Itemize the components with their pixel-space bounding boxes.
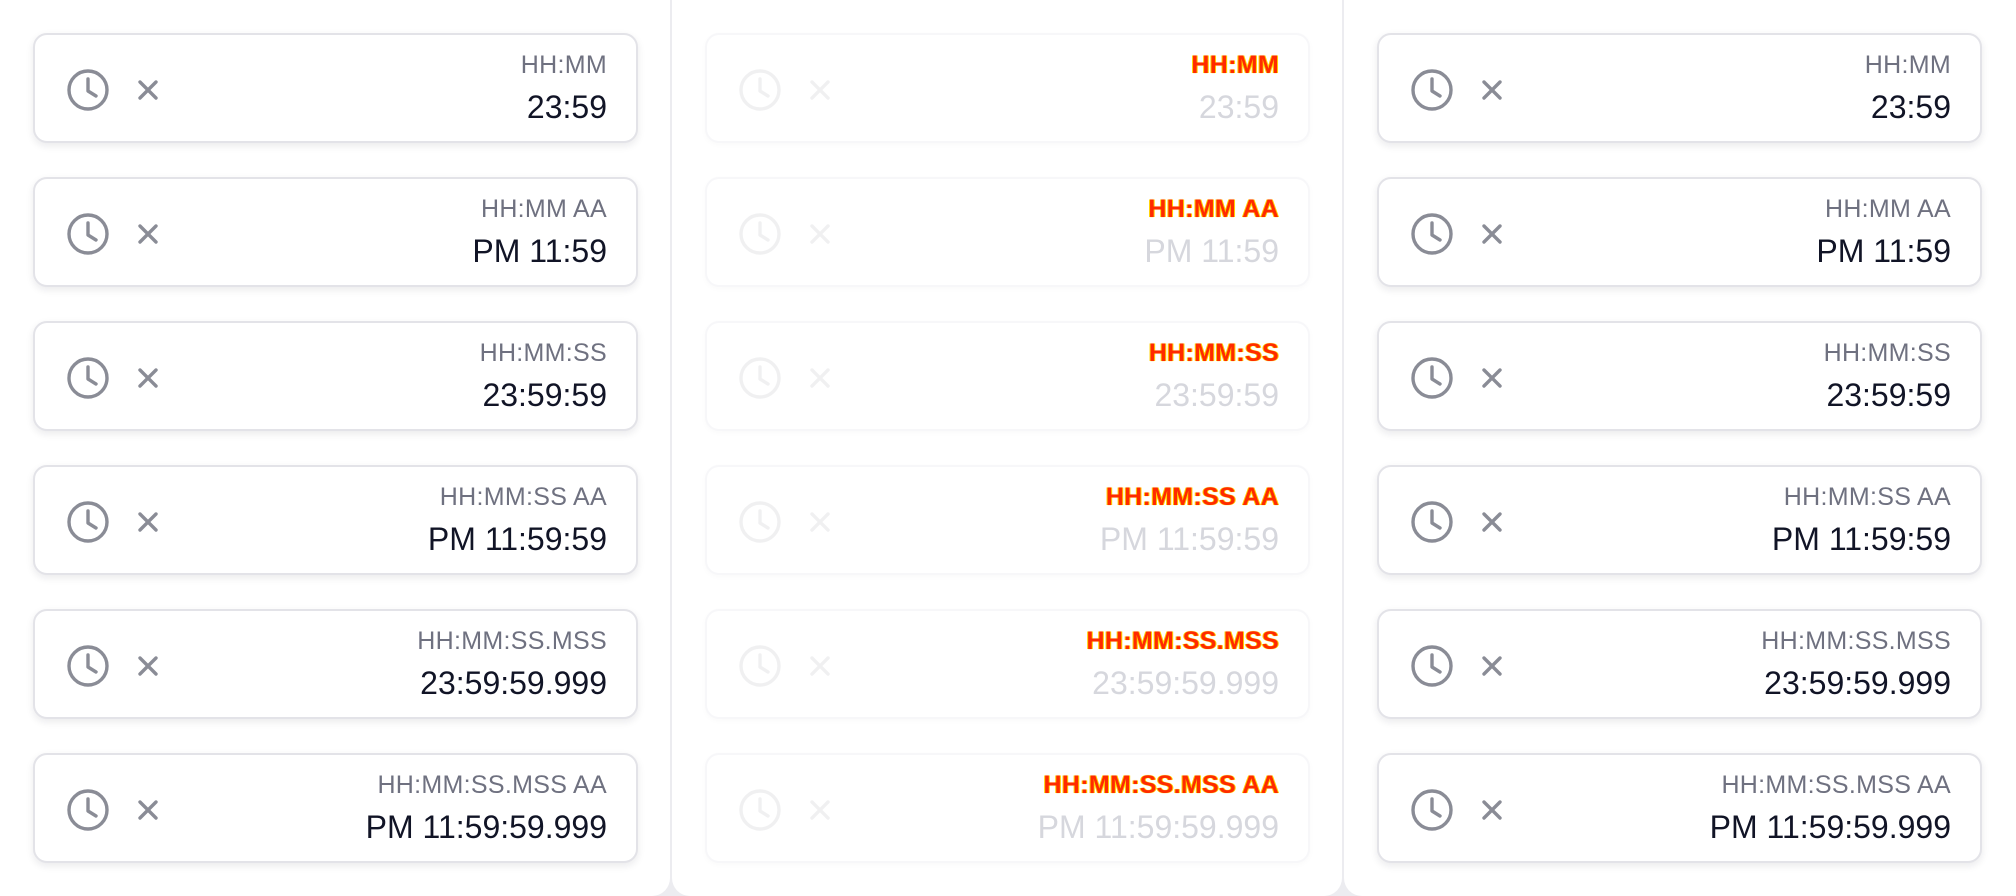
time-format-label: HH:MM AA	[1824, 195, 1951, 223]
time-format-label: HH:MM:SS.MSS	[1086, 627, 1279, 655]
close-icon[interactable]	[135, 509, 161, 535]
time-input-field[interactable]: HH:MM:SS 23:59:59	[33, 321, 638, 431]
time-field-column-1: HH:MM 23:59 HH:MM AA PM 11:59 HH:MM:SS 2…	[0, 0, 670, 896]
time-input-field[interactable]: HH:MM:SS.MSS AA PM 11:59:59.999	[33, 753, 638, 863]
clock-icon[interactable]	[65, 643, 111, 689]
time-format-label: HH:MM AA	[480, 195, 607, 223]
clock-icon[interactable]	[65, 67, 111, 113]
time-format-label: HH:MM:SS.MSS AA	[1043, 771, 1279, 799]
clock-icon	[739, 357, 781, 399]
time-format-label: HH:MM:SS AA	[1783, 483, 1951, 511]
close-icon[interactable]	[135, 365, 161, 391]
clock-icon	[739, 69, 781, 111]
clock-icon[interactable]	[1409, 643, 1455, 689]
time-value[interactable]: 23:59	[527, 89, 607, 126]
time-input-field[interactable]: HH:MM:SS.MSS AA PM 11:59:59.999	[1377, 753, 1982, 863]
time-format-label: HH:MM AA	[1148, 195, 1279, 223]
time-value[interactable]: PM 11:59:59	[1772, 521, 1951, 558]
time-format-label: HH:MM:SS.MSS	[417, 627, 607, 655]
time-input-field[interactable]: HH:MM:SS.MSS 23:59:59.999	[33, 609, 638, 719]
close-icon[interactable]	[1479, 509, 1505, 535]
time-format-label: HH:MM:SS	[1148, 339, 1279, 367]
close-icon[interactable]	[135, 653, 161, 679]
clock-icon[interactable]	[1409, 67, 1455, 113]
time-value: 23:59:59	[1154, 377, 1279, 413]
time-format-label: HH:MM:SS	[479, 339, 607, 367]
time-input-field-disabled: HH:MM:SS AA PM 11:59:59	[705, 465, 1310, 575]
time-value[interactable]: 23:59:59.999	[1764, 665, 1951, 702]
time-input-field[interactable]: HH:MM:SS AA PM 11:59:59	[1377, 465, 1982, 575]
time-value: 23:59:59.999	[1092, 665, 1279, 701]
close-icon[interactable]	[135, 221, 161, 247]
close-icon[interactable]	[135, 797, 161, 823]
time-input-field-disabled: HH:MM:SS 23:59:59	[705, 321, 1310, 431]
time-field-column-2-disabled: HH:MM 23:59 HH:MM AA PM 11:59 HH:MM:SS 2…	[672, 0, 1342, 896]
clock-icon[interactable]	[1409, 787, 1455, 833]
time-value: PM 11:59:59	[1099, 521, 1279, 557]
clock-icon[interactable]	[65, 499, 111, 545]
clock-icon	[739, 789, 781, 831]
clock-icon[interactable]	[1409, 211, 1455, 257]
clock-icon[interactable]	[1409, 355, 1455, 401]
time-value[interactable]: PM 11:59:59	[428, 521, 607, 558]
close-icon	[810, 800, 830, 820]
time-format-label: HH:MM	[1191, 51, 1279, 79]
time-value[interactable]: 23:59:59.999	[420, 665, 607, 702]
close-icon	[810, 656, 830, 676]
time-input-field[interactable]: HH:MM AA PM 11:59	[33, 177, 638, 287]
time-value[interactable]: PM 11:59:59.999	[366, 809, 607, 846]
clock-icon	[739, 213, 781, 255]
time-input-field-disabled: HH:MM AA PM 11:59	[705, 177, 1310, 287]
time-format-label: HH:MM:SS.MSS AA	[377, 771, 607, 799]
clock-icon[interactable]	[65, 355, 111, 401]
time-input-field[interactable]: HH:MM AA PM 11:59	[1377, 177, 1982, 287]
time-input-field[interactable]: HH:MM 23:59	[33, 33, 638, 143]
time-value[interactable]: PM 11:59	[472, 233, 607, 270]
time-format-label: HH:MM:SS.MSS	[1761, 627, 1951, 655]
close-icon[interactable]	[1479, 653, 1505, 679]
close-icon	[810, 224, 830, 244]
time-value[interactable]: 23:59:59	[482, 377, 607, 414]
time-input-field[interactable]: HH:MM:SS AA PM 11:59:59	[33, 465, 638, 575]
clock-icon[interactable]	[1409, 499, 1455, 545]
close-icon[interactable]	[135, 77, 161, 103]
clock-icon[interactable]	[65, 211, 111, 257]
close-icon	[810, 80, 830, 100]
close-icon[interactable]	[1479, 797, 1505, 823]
time-format-label: HH:MM:SS	[1823, 339, 1951, 367]
time-format-label: HH:MM	[520, 51, 607, 79]
time-input-field-disabled: HH:MM:SS.MSS AA PM 11:59:59.999	[705, 753, 1310, 863]
clock-icon	[739, 645, 781, 687]
time-input-field[interactable]: HH:MM:SS.MSS 23:59:59.999	[1377, 609, 1982, 719]
clock-icon[interactable]	[65, 787, 111, 833]
time-format-label: HH:MM:SS AA	[439, 483, 607, 511]
time-input-field-disabled: HH:MM 23:59	[705, 33, 1310, 143]
close-icon[interactable]	[1479, 77, 1505, 103]
time-format-label: HH:MM:SS AA	[1105, 483, 1279, 511]
close-icon[interactable]	[1479, 365, 1505, 391]
close-icon	[810, 368, 830, 388]
time-value: PM 11:59:59.999	[1037, 809, 1279, 845]
time-format-label: HH:MM	[1864, 51, 1951, 79]
time-value: PM 11:59	[1144, 233, 1279, 269]
time-format-label: HH:MM:SS.MSS AA	[1721, 771, 1951, 799]
time-value[interactable]: 23:59	[1871, 89, 1951, 126]
close-icon	[810, 512, 830, 532]
close-icon[interactable]	[1479, 221, 1505, 247]
time-input-field-disabled: HH:MM:SS.MSS 23:59:59.999	[705, 609, 1310, 719]
time-value: 23:59	[1198, 89, 1279, 125]
time-input-field[interactable]: HH:MM:SS 23:59:59	[1377, 321, 1982, 431]
clock-icon	[739, 501, 781, 543]
time-value[interactable]: PM 11:59:59.999	[1710, 809, 1951, 846]
time-field-column-3: HH:MM 23:59 HH:MM AA PM 11:59 HH:MM:SS 2…	[1344, 0, 2016, 896]
time-value[interactable]: 23:59:59	[1826, 377, 1951, 414]
time-value[interactable]: PM 11:59	[1816, 233, 1951, 270]
time-input-field[interactable]: HH:MM 23:59	[1377, 33, 1982, 143]
